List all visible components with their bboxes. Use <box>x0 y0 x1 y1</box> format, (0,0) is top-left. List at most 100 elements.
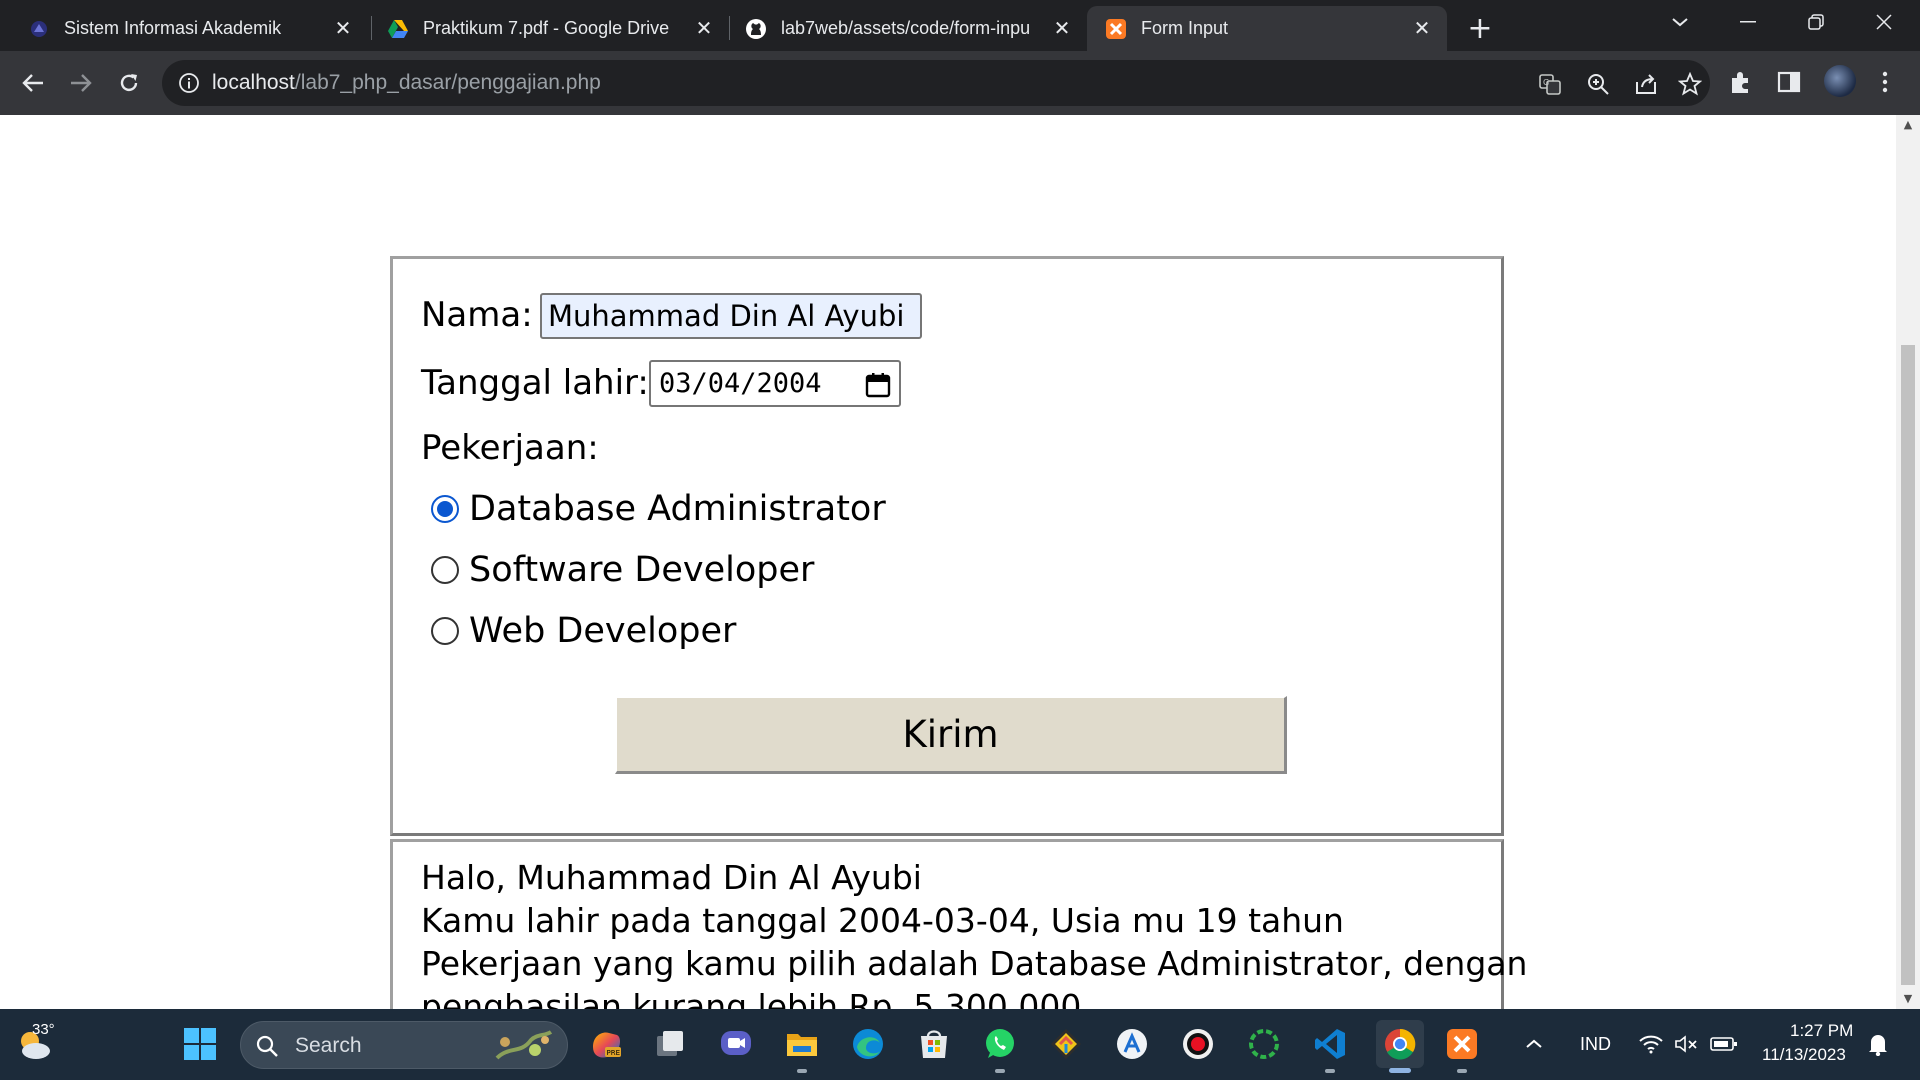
search-label: Search <box>295 1034 362 1057</box>
taskbar-search[interactable]: Search <box>240 1021 568 1069</box>
copilot-icon[interactable]: PRE <box>586 1024 626 1064</box>
url-path: /lab7_php_dasar/penggajian.php <box>294 71 601 94</box>
google-drive-icon <box>387 18 409 40</box>
browser-tab-strip: Sistem Informasi Akademik ✕ Praktikum 7.… <box>0 0 1920 51</box>
task-view-icon[interactable] <box>650 1024 690 1064</box>
share-icon[interactable] <box>1634 72 1658 96</box>
chrome-menu-icon[interactable] <box>1872 69 1900 97</box>
vscode-icon[interactable] <box>1310 1024 1350 1064</box>
xampp-icon <box>1105 18 1127 40</box>
minimize-icon[interactable] <box>1718 0 1778 44</box>
close-tab-icon[interactable]: ✕ <box>689 14 719 44</box>
job-info-text: Pekerjaan yang kamu pilih adalah Databas… <box>421 944 1528 983</box>
reload-button[interactable] <box>110 64 148 102</box>
tab-form-input[interactable]: Form Input ✕ <box>1087 6 1447 51</box>
clock-date[interactable]: 11/13/2023 <box>1762 1045 1846 1065</box>
zoom-icon[interactable] <box>1586 72 1610 96</box>
tab-google-drive[interactable]: Praktikum 7.pdf - Google Drive ✕ <box>371 6 729 51</box>
dob-date-input[interactable]: 03/04/2004 <box>649 360 901 407</box>
job-label: Pekerjaan: <box>421 428 599 468</box>
university-logo-icon <box>28 18 50 40</box>
url-text[interactable]: localhost/lab7_php_dasar/penggajian.php <box>212 71 601 95</box>
job-option-software-developer[interactable]: Software Developer <box>431 548 814 592</box>
birth-info-text: Kamu lahir pada tanggal 2004-03-04, Usia… <box>421 901 1344 940</box>
close-tab-icon[interactable]: ✕ <box>328 14 358 44</box>
bookmark-star-icon[interactable] <box>1677 71 1703 96</box>
git-tool-icon[interactable] <box>1046 1024 1086 1064</box>
battery-icon[interactable] <box>1708 1024 1740 1064</box>
tab-title: Praktikum 7.pdf - Google Drive <box>423 18 670 38</box>
tab-title: Sistem Informasi Akademik <box>64 18 282 38</box>
windows-logo-icon <box>184 1028 216 1060</box>
chrome-taskbar-icon[interactable] <box>1376 1020 1424 1068</box>
side-panel-icon[interactable] <box>1776 69 1804 97</box>
running-indicator <box>797 1069 807 1073</box>
site-info-icon[interactable] <box>178 72 200 94</box>
microsoft-store-icon[interactable] <box>914 1024 954 1064</box>
greeting-text: Halo, Muhammad Din Al Ayubi <box>421 858 922 897</box>
translate-icon[interactable]: G <box>1538 72 1562 96</box>
tab-title: Form Input <box>1141 18 1229 38</box>
notification-bell-icon[interactable] <box>1862 1024 1894 1064</box>
back-button[interactable] <box>14 64 52 102</box>
svg-text:G: G <box>1543 78 1549 87</box>
job-option-web-developer[interactable]: Web Developer <box>431 609 736 653</box>
edge-browser-icon[interactable] <box>848 1024 888 1064</box>
url-host: localhost <box>212 71 295 94</box>
search-icon <box>255 1034 279 1058</box>
radio-button-checked[interactable] <box>431 495 459 523</box>
xampp-taskbar-icon[interactable] <box>1442 1024 1482 1064</box>
radio-label: Software Developer <box>469 550 815 590</box>
github-icon <box>745 18 767 40</box>
page-content: Nama: Tanggal lahir: 03/04/2004 Pekerjaa… <box>0 115 1896 1052</box>
input-language[interactable]: IND <box>1580 1034 1611 1055</box>
submit-button[interactable]: Kirim <box>615 696 1287 774</box>
radio-label: Database Administrator <box>469 489 886 529</box>
svg-text:PRE: PRE <box>607 1049 621 1057</box>
tab-title: lab7web/assets/code/form-inpu <box>781 18 1031 38</box>
extensions-icon[interactable] <box>1728 69 1756 97</box>
weather-temperature: 33° <box>32 1021 55 1038</box>
profile-avatar[interactable] <box>1824 65 1856 97</box>
scrollbar-thumb[interactable] <box>1901 345 1915 985</box>
page-scrollbar[interactable]: ▲ ▼ <box>1896 115 1920 1009</box>
weather-widget[interactable]: 33° <box>12 1021 60 1067</box>
calendar-icon[interactable] <box>865 372 891 398</box>
new-tab-button[interactable]: + <box>1462 10 1498 46</box>
tab-github[interactable]: lab7web/assets/code/form-inpu ✕ <box>729 6 1087 51</box>
address-bar[interactable]: localhost/lab7_php_dasar/penggajian.php … <box>162 60 1710 106</box>
search-highlight-icon <box>491 1028 555 1064</box>
close-window-icon[interactable] <box>1854 0 1914 44</box>
show-hidden-icons[interactable] <box>1520 1024 1548 1064</box>
whatsapp-icon[interactable] <box>980 1024 1020 1064</box>
clock-time[interactable]: 1:27 PM <box>1790 1021 1853 1041</box>
name-input[interactable] <box>540 293 922 339</box>
scroll-up-arrow-icon[interactable]: ▲ <box>1902 119 1914 131</box>
restore-icon[interactable] <box>1786 0 1846 44</box>
running-indicator <box>1325 1069 1335 1073</box>
radio-label: Web Developer <box>469 611 737 651</box>
radio-button[interactable] <box>431 617 459 645</box>
tab-sistem-informasi-akademik[interactable]: Sistem Informasi Akademik ✕ <box>0 6 368 51</box>
browser-toolbar: localhost/lab7_php_dasar/penggajian.php … <box>0 51 1920 115</box>
dob-label: Tanggal lahir: <box>421 363 649 403</box>
sync-app-icon[interactable] <box>1244 1024 1284 1064</box>
volume-muted-icon[interactable] <box>1672 1024 1702 1064</box>
close-tab-icon[interactable]: ✕ <box>1407 14 1437 44</box>
screen-recorder-icon[interactable] <box>1178 1024 1218 1064</box>
start-button[interactable] <box>180 1024 220 1064</box>
running-indicator <box>995 1069 1005 1073</box>
close-tab-icon[interactable]: ✕ <box>1047 14 1077 44</box>
forward-button[interactable] <box>62 64 100 102</box>
radio-button[interactable] <box>431 556 459 584</box>
teams-chat-icon[interactable] <box>716 1024 756 1064</box>
active-indicator <box>1389 1068 1411 1073</box>
job-option-database-administrator[interactable]: Database Administrator <box>431 487 886 531</box>
running-indicator <box>1457 1069 1467 1073</box>
tab-search-icon[interactable] <box>1650 0 1710 44</box>
app-installer-icon[interactable] <box>1112 1024 1152 1064</box>
file-explorer-icon[interactable] <box>782 1024 822 1064</box>
scroll-down-arrow-icon[interactable]: ▼ <box>1902 993 1914 1005</box>
wifi-icon[interactable] <box>1636 1024 1666 1064</box>
input-form: Nama: Tanggal lahir: 03/04/2004 Pekerjaa… <box>390 256 1504 836</box>
